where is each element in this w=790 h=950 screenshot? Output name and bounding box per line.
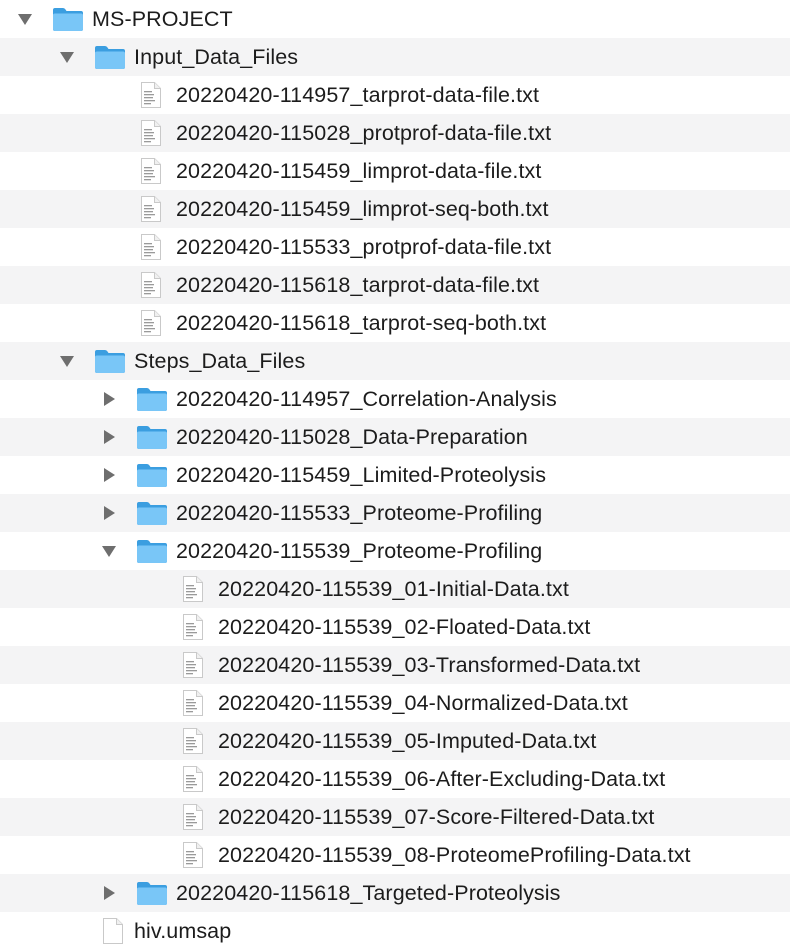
text-file-icon [140, 190, 162, 228]
file-row[interactable]: 20220420-115539_07-Score-Filtered-Data.t… [0, 798, 790, 836]
folder-icon [136, 456, 168, 494]
text-file-icon [182, 646, 204, 684]
file-row[interactable]: 20220420-115539_08-ProteomeProfiling-Dat… [0, 836, 790, 874]
folder-name: 20220420-115618_Targeted-Proteolysis [176, 881, 561, 905]
text-file-icon [182, 608, 204, 646]
file-row[interactable]: 20220420-115539_04-Normalized-Data.txt [0, 684, 790, 722]
file-row[interactable]: 20220420-115539_01-Initial-Data.txt [0, 570, 790, 608]
folder-icon [136, 418, 168, 456]
file-row[interactable]: 20220420-115028_protprof-data-file.txt [0, 114, 790, 152]
folder-row[interactable]: 20220420-115533_Proteome-Profiling [0, 494, 790, 532]
file-row[interactable]: 20220420-114957_tarprot-data-file.txt [0, 76, 790, 114]
text-file-icon [182, 798, 204, 836]
folder-row[interactable]: 20220420-115539_Proteome-Profiling [0, 532, 790, 570]
text-file-icon [140, 76, 162, 114]
text-file-icon [182, 722, 204, 760]
text-file-icon [140, 228, 162, 266]
folder-icon [136, 874, 168, 912]
file-name: 20220420-115539_05-Imputed-Data.txt [218, 729, 597, 753]
triangle-right-icon[interactable] [98, 418, 120, 456]
document-icon [102, 912, 124, 950]
file-row[interactable]: 20220420-115539_06-After-Excluding-Data.… [0, 760, 790, 798]
text-file-icon [140, 114, 162, 152]
file-row[interactable]: 20220420-115459_limprot-seq-both.txt [0, 190, 790, 228]
file-name: 20220420-115028_protprof-data-file.txt [176, 121, 552, 145]
file-tree: MS-PROJECT Input_Data_Files 20220420-11495… [0, 0, 790, 950]
file-row[interactable]: 20220420-115539_02-Floated-Data.txt [0, 608, 790, 646]
file-name: 20220420-115459_limprot-data-file.txt [176, 159, 542, 183]
folder-icon [136, 380, 168, 418]
folder-icon [136, 494, 168, 532]
folder-name: 20220420-114957_Correlation-Analysis [176, 387, 557, 411]
file-name: hiv.umsap [134, 919, 232, 943]
folder-row[interactable]: 20220420-115459_Limited-Proteolysis [0, 456, 790, 494]
folder-icon [136, 532, 168, 570]
file-row[interactable]: 20220420-115618_tarprot-data-file.txt [0, 266, 790, 304]
folder-name: 20220420-115533_Proteome-Profiling [176, 501, 543, 525]
file-row[interactable]: 20220420-115539_03-Transformed-Data.txt [0, 646, 790, 684]
folder-row[interactable]: Steps_Data_Files [0, 342, 790, 380]
file-row[interactable]: 20220420-115533_protprof-data-file.txt [0, 228, 790, 266]
folder-row[interactable]: MS-PROJECT [0, 0, 790, 38]
folder-icon [94, 342, 126, 380]
file-name: 20220420-115539_08-ProteomeProfiling-Dat… [218, 843, 691, 867]
text-file-icon [140, 152, 162, 190]
file-row[interactable]: 20220420-115618_tarprot-seq-both.txt [0, 304, 790, 342]
file-name: 20220420-115618_tarprot-data-file.txt [176, 273, 540, 297]
text-file-icon [182, 570, 204, 608]
text-file-icon [182, 760, 204, 798]
folder-name: 20220420-115539_Proteome-Profiling [176, 539, 543, 563]
file-name: 20220420-115539_04-Normalized-Data.txt [218, 691, 628, 715]
triangle-right-icon[interactable] [98, 494, 120, 532]
folder-row[interactable]: Input_Data_Files [0, 38, 790, 76]
file-name: 20220420-115533_protprof-data-file.txt [176, 235, 552, 259]
file-name: 20220420-115539_02-Floated-Data.txt [218, 615, 591, 639]
text-file-icon [140, 266, 162, 304]
triangle-right-icon[interactable] [98, 380, 120, 418]
triangle-down-icon[interactable] [98, 532, 120, 570]
folder-name: Steps_Data_Files [134, 349, 306, 373]
file-name: 20220420-115539_01-Initial-Data.txt [218, 577, 569, 601]
folder-row[interactable]: 20220420-115618_Targeted-Proteolysis [0, 874, 790, 912]
folder-row[interactable]: 20220420-115028_Data-Preparation [0, 418, 790, 456]
folder-name: MS-PROJECT [92, 7, 233, 31]
folder-icon [52, 0, 84, 38]
file-row[interactable]: 20220420-115459_limprot-data-file.txt [0, 152, 790, 190]
triangle-down-icon[interactable] [56, 342, 78, 380]
file-name: 20220420-115539_06-After-Excluding-Data.… [218, 767, 666, 791]
file-name: 20220420-115539_07-Score-Filtered-Data.t… [218, 805, 655, 829]
text-file-icon [182, 836, 204, 874]
folder-name: 20220420-115459_Limited-Proteolysis [176, 463, 547, 487]
folder-row[interactable]: 20220420-114957_Correlation-Analysis [0, 380, 790, 418]
folder-icon [94, 38, 126, 76]
file-name: 20220420-115459_limprot-seq-both.txt [176, 197, 549, 221]
triangle-down-icon[interactable] [14, 0, 36, 38]
text-file-icon [182, 684, 204, 722]
file-row[interactable]: hiv.umsap [0, 912, 790, 950]
triangle-down-icon[interactable] [56, 38, 78, 76]
triangle-right-icon[interactable] [98, 456, 120, 494]
file-row[interactable]: 20220420-115539_05-Imputed-Data.txt [0, 722, 790, 760]
file-name: 20220420-114957_tarprot-data-file.txt [176, 83, 540, 107]
triangle-right-icon[interactable] [98, 874, 120, 912]
folder-name: 20220420-115028_Data-Preparation [176, 425, 528, 449]
file-name: 20220420-115539_03-Transformed-Data.txt [218, 653, 641, 677]
file-name: 20220420-115618_tarprot-seq-both.txt [176, 311, 547, 335]
text-file-icon [140, 304, 162, 342]
folder-name: Input_Data_Files [134, 45, 299, 69]
